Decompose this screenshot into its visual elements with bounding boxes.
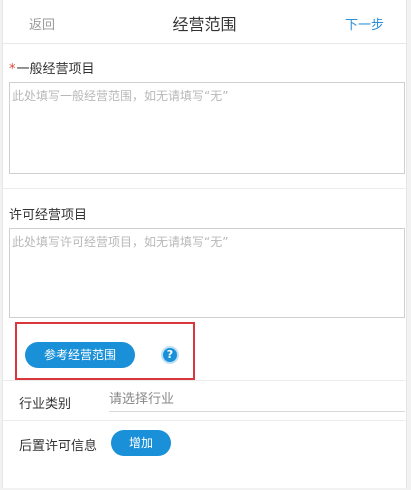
industry-select[interactable]: 请选择行业	[109, 390, 405, 412]
row-divider	[3, 420, 406, 421]
next-step-link[interactable]: 下一步	[345, 14, 384, 33]
reference-scope-button[interactable]: 参考经营范围	[25, 342, 135, 368]
required-mark: *	[9, 62, 16, 77]
general-scope-label: *一般经营项目	[9, 58, 95, 77]
post-permit-label: 后置许可信息	[19, 439, 98, 454]
navbar: 返回 经营范围 下一步	[3, 0, 406, 44]
licensed-scope-label: 许可经营项目	[9, 208, 88, 223]
add-permit-button[interactable]: 增加	[111, 430, 171, 456]
general-scope-textarea[interactable]	[9, 82, 405, 174]
row-divider	[3, 380, 406, 381]
question-mark-icon[interactable]: ?	[161, 346, 179, 364]
licensed-scope-textarea[interactable]	[9, 228, 405, 318]
industry-label: 行业类别	[19, 397, 72, 412]
section-divider	[3, 188, 406, 189]
general-scope-label-text: 一般经营项目	[16, 62, 95, 77]
page-frame: 返回 经营范围 下一步 *一般经营项目 许可经营项目 参考经营范围 ? 行业类别…	[2, 0, 407, 488]
